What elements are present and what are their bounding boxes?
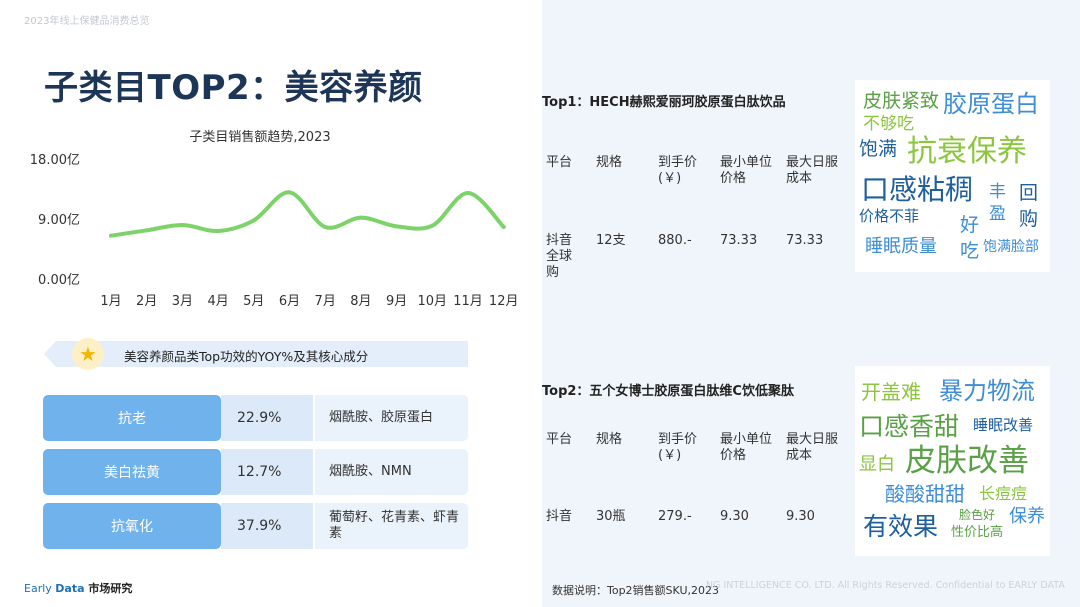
cloud-word: 口感香甜 (859, 412, 960, 441)
cloud-word: 盈 (989, 204, 1006, 224)
table-cell: 12支 (596, 233, 626, 248)
x-tick-label: 4月 (207, 294, 228, 309)
efficacy-row: 美白祛黄 12.7% 烟酰胺、NMN (43, 449, 468, 495)
data-point (394, 224, 399, 229)
efficacy-name: 抗老 (43, 395, 221, 441)
data-point (144, 228, 149, 233)
table-header: 平台 (546, 155, 573, 170)
cloud-word: 不够吃 (863, 114, 914, 134)
table-cell: 抖音全球购 (546, 233, 573, 280)
x-tick-label: 6月 (279, 294, 300, 309)
efficacy-ingredients: 烟酰胺、NMN (315, 449, 468, 495)
star-icon: ★ (72, 338, 104, 370)
efficacy-name: 美白祛黄 (43, 449, 221, 495)
cloud-word: 口感粘稠 (861, 173, 974, 206)
efficacy-title: 美容养颜品类Top功效的YOY%及其核心成分 (124, 349, 369, 364)
table-header: 最大日服成本 (786, 432, 839, 463)
table-header: 最小单位价格 (720, 155, 773, 186)
cloud-word: 酸酸甜甜 (885, 482, 965, 506)
efficacy-yoy: 37.9% (221, 503, 313, 549)
efficacy-row: 抗老 22.9% 烟酰胺、胶原蛋白 (43, 395, 468, 441)
data-point (358, 215, 363, 220)
table-cell: 279.- (658, 509, 692, 524)
word-cloud-1: 皮肤紧致 胶原蛋白 不够吃 饱满 抗衰保养 口感粘稠 丰 盈 回购 价格不菲 好… (855, 80, 1050, 272)
table-header: 规格 (596, 155, 623, 170)
efficacy-yoy: 22.9% (221, 395, 313, 441)
cloud-word: 饱满脸部 (983, 239, 1039, 255)
x-tick-label: 1月 (100, 294, 121, 309)
cloud-word: 开盖难 (861, 380, 921, 404)
cloud-word: 脸色好 (959, 508, 996, 522)
x-tick-label: 3月 (172, 294, 193, 309)
cloud-word: 胶原蛋白 (943, 90, 1039, 118)
cloud-word: 有效果 (863, 512, 939, 541)
efficacy-ingredients: 烟酰胺、胶原蛋白 (315, 395, 468, 441)
y-tick-label: 0.00亿 (38, 273, 80, 288)
cloud-word: 睡眠改善 (973, 416, 1034, 434)
x-tick-label: 8月 (350, 294, 371, 309)
data-point (501, 225, 506, 229)
chart-title: 子类目销售额趋势,2023 (189, 130, 331, 145)
x-tick-label: 9月 (386, 294, 407, 309)
report-name: 2023年线上保健品消费总览 (24, 16, 150, 27)
x-tick-label: 2月 (136, 294, 157, 309)
data-point (287, 190, 292, 195)
cloud-word: 皮肤改善 (905, 443, 1029, 479)
data-point (109, 233, 113, 238)
table-header: 到手价(￥) (658, 432, 698, 463)
cloud-word: 回购 (1019, 182, 1039, 230)
efficacy-yoy: 12.7% (221, 449, 313, 495)
data-note: 数据说明：Top2销售额SKU,2023 (552, 584, 720, 597)
y-tick-label: 18.00亿 (30, 153, 80, 168)
table-cell: 73.33 (720, 233, 758, 248)
cloud-word: 显白 (859, 454, 895, 475)
word-cloud-2: 开盖难 暴力物流 口感香甜 睡眠改善 显白 皮肤改善 酸酸甜甜 长痘痘 脸色好 … (855, 366, 1050, 556)
cloud-word: 皮肤紧致 (863, 90, 940, 112)
data-point (323, 225, 328, 229)
y-tick-label: 9.00亿 (38, 213, 80, 228)
table-header: 到手价(￥) (658, 155, 698, 186)
x-tick-label: 12月 (489, 294, 519, 309)
cloud-word: 长痘痘 (979, 484, 1028, 503)
sales-trend-chart: 18.00亿 9.00亿 0.00亿 1月 2月 3月 4月 5月 6月 7月 8月 9月 10月 11月… (30, 153, 519, 309)
data-point (466, 191, 470, 195)
data-point (430, 223, 435, 228)
cloud-word: 暴力物流 (939, 377, 1035, 405)
efficacy-banner: ★ 美容养颜品类Top功效的YOY%及其核心成分 (44, 338, 468, 370)
data-point (251, 218, 256, 223)
cloud-word: 饱满 (859, 138, 898, 160)
sales-series-line (109, 190, 506, 238)
table-cell: 9.30 (720, 509, 749, 524)
data-point (216, 229, 221, 233)
cloud-word: 睡眠质量 (865, 236, 937, 257)
table-cell: 30瓶 (596, 509, 626, 524)
x-tick-label: 5月 (243, 294, 264, 309)
table-cell: 73.33 (786, 233, 824, 248)
x-tick-label: 7月 (315, 294, 336, 309)
product-1-title: Top1：HECH赫熙爱丽珂胶原蛋白肽饮品 (542, 95, 786, 110)
x-tick-label: 10月 (418, 294, 448, 309)
cloud-word: 抗衰保养 (907, 134, 1027, 169)
copyright-watermark: NG INTELLIGENCE CO. LTD. All Rights Rese… (706, 580, 1065, 591)
x-tick-label: 11月 (453, 294, 483, 309)
cloud-word: 丰 (989, 182, 1006, 202)
cloud-word: 性价比高 (951, 525, 1004, 540)
cloud-word: 保养 (1009, 506, 1045, 527)
table-cell: 9.30 (786, 509, 815, 524)
brand-logo: Early Data 市场研究 (24, 582, 133, 595)
cloud-word: 好吃 (960, 214, 980, 262)
table-header: 平台 (546, 432, 573, 447)
cloud-word: 价格不菲 (859, 207, 920, 225)
efficacy-ingredients: 葡萄籽、花青素、虾青素 (315, 503, 468, 549)
efficacy-name: 抗氧化 (43, 503, 221, 549)
page-title: 子类目TOP2：美容养颜 (44, 68, 423, 108)
table-cell: 880.- (658, 233, 692, 248)
product-2-title: Top2：五个女博士胶原蛋白肽维C饮低聚肽 (542, 384, 794, 399)
table-header: 规格 (596, 432, 623, 447)
data-point (180, 223, 185, 227)
efficacy-row: 抗氧化 37.9% 葡萄籽、花青素、虾青素 (43, 503, 468, 549)
table-header: 最大日服成本 (786, 155, 839, 186)
table-header: 最小单位价格 (720, 432, 773, 463)
table-cell: 抖音 (546, 509, 573, 524)
